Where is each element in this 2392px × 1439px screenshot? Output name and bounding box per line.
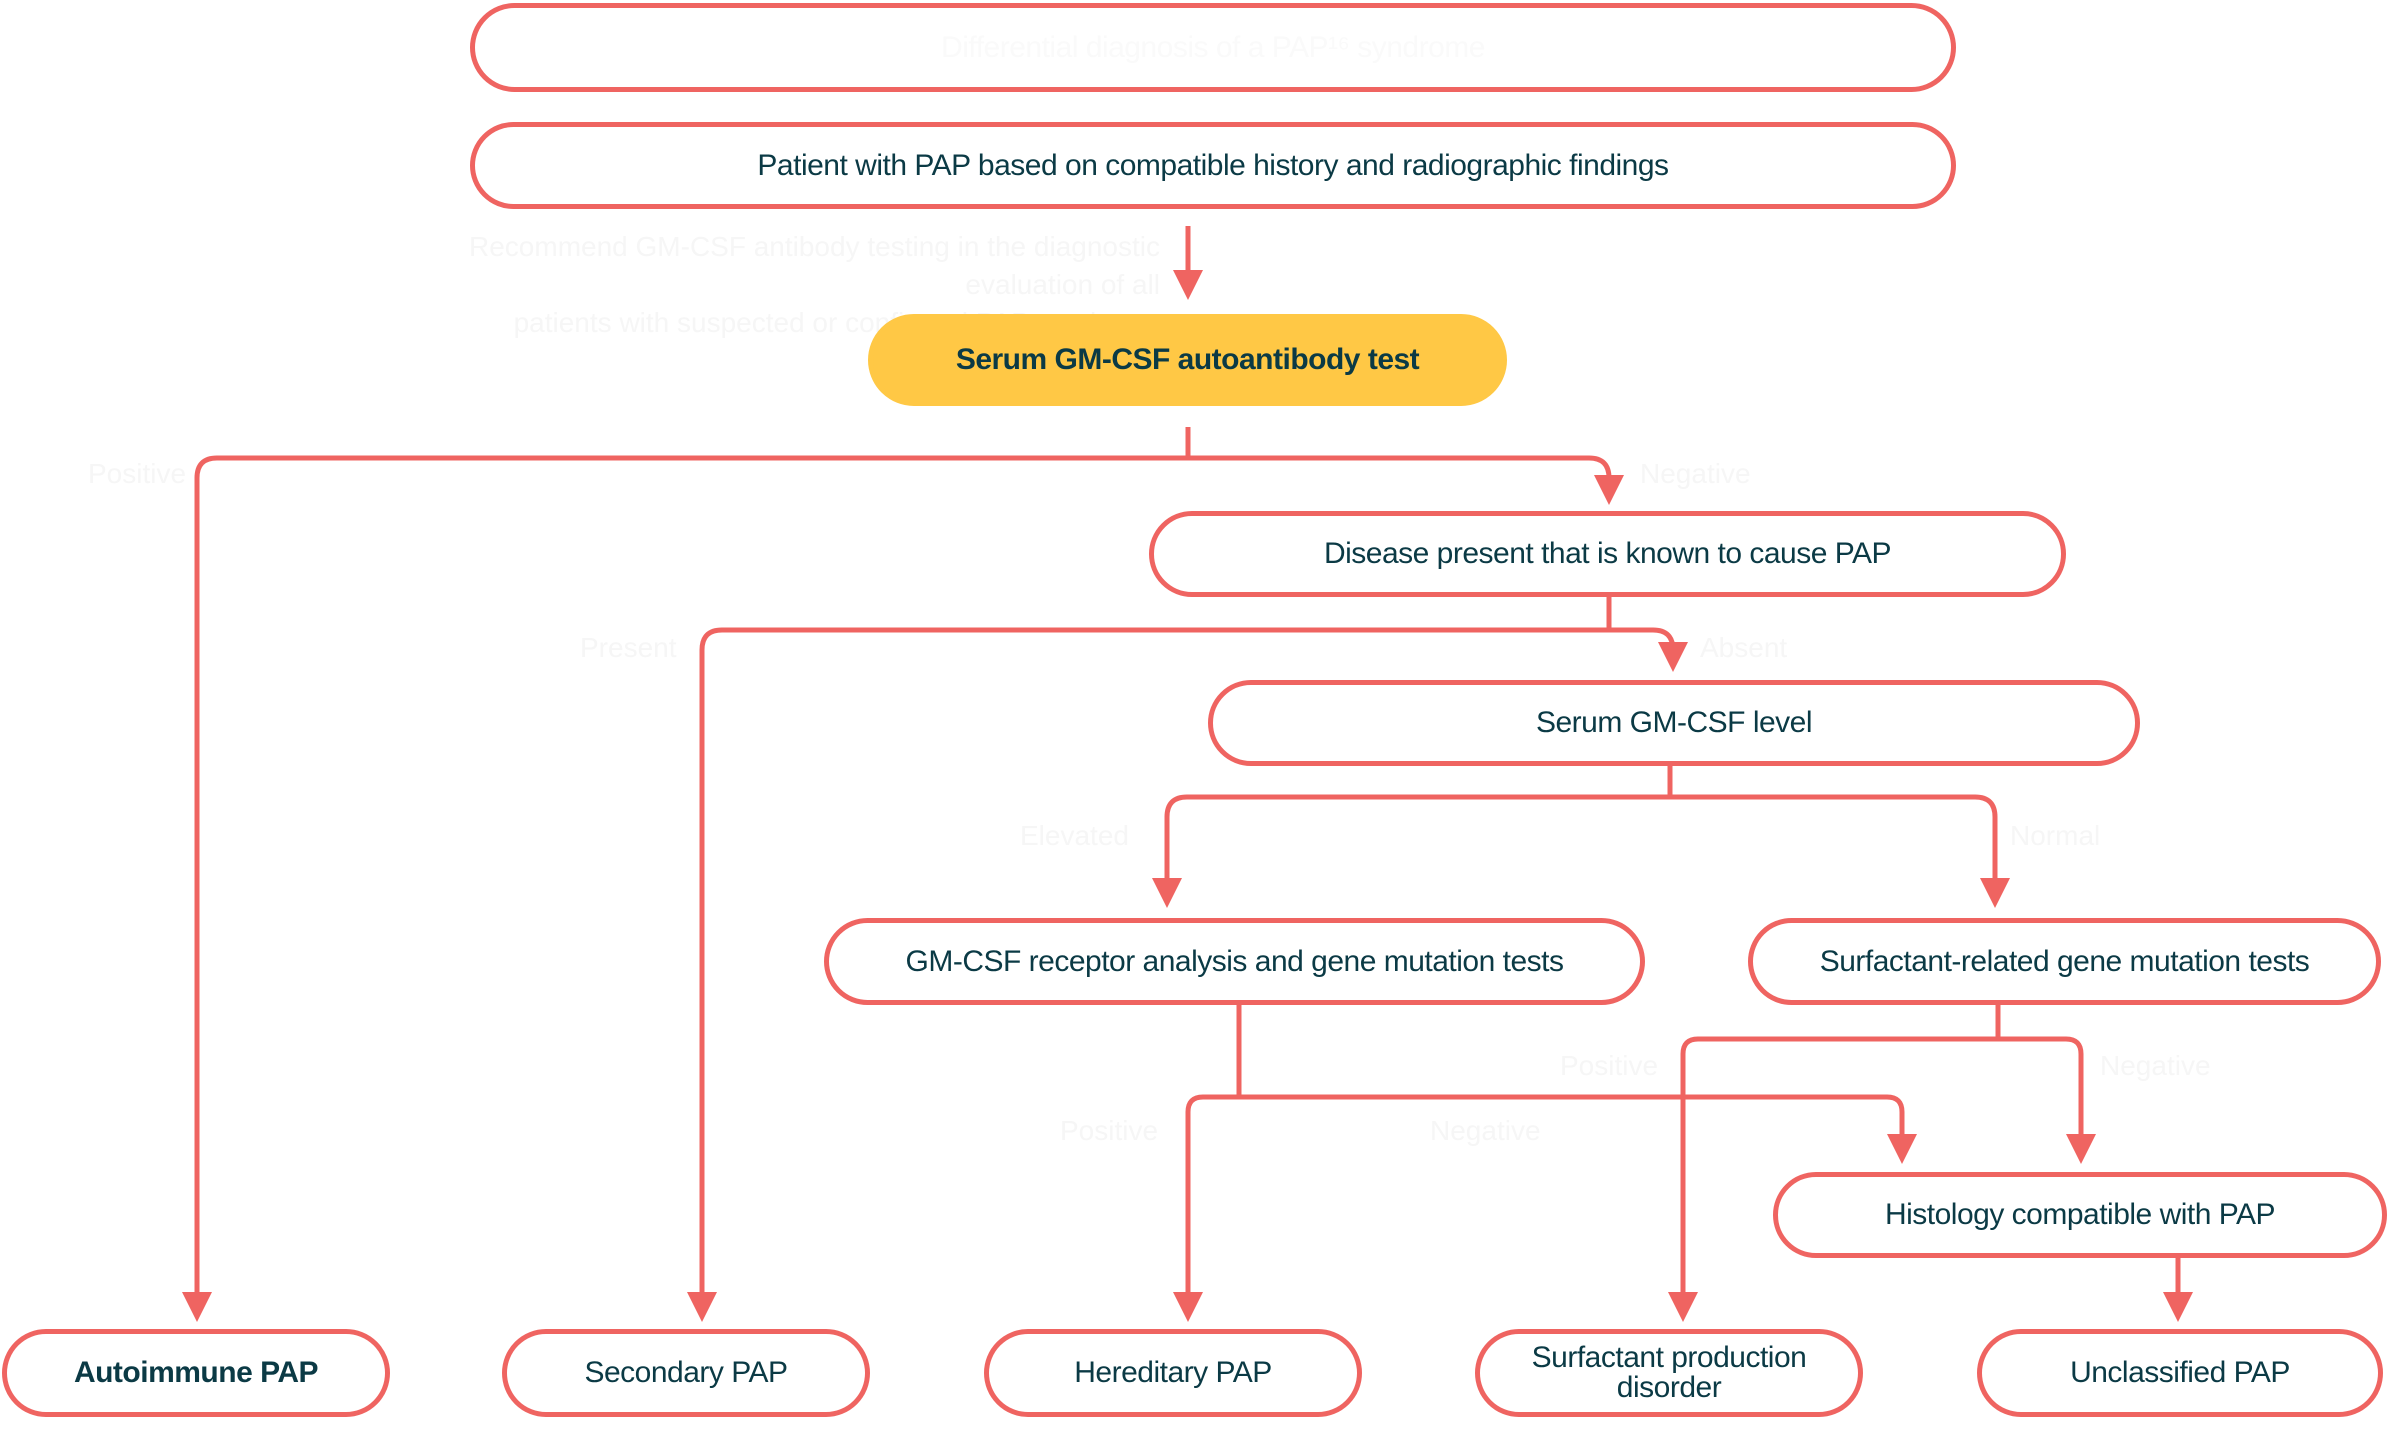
node-secondary-pap: Secondary PAP — [502, 1329, 870, 1417]
title-box: Differential diagnosis of a PAP¹⁶ syndro… — [470, 3, 1956, 92]
edge-label-level-elevated: Elevated — [1020, 820, 1129, 851]
node-surfactant-tests: Surfactant-related gene mutation tests — [1748, 918, 2381, 1005]
node-serum-level-label: Serum GM-CSF level — [1535, 706, 1813, 739]
title-text: Differential diagnosis of a PAP¹⁶ syndro… — [941, 30, 1485, 64]
edge-label-antibody-positive: Positive — [88, 458, 187, 489]
node-secondary-pap-label: Secondary PAP — [584, 1356, 788, 1389]
node-serum-level: Serum GM-CSF level — [1208, 680, 2140, 766]
edge-label-level-normal: Normal — [2010, 820, 2101, 851]
arrow-level-to-surfactant-tests — [1670, 794, 2010, 908]
edge-label-surfactant-negative: Negative — [2100, 1050, 2211, 1081]
node-hereditary-pap-label: Hereditary PAP — [1074, 1356, 1272, 1389]
arrow-test-to-autoimmune — [182, 455, 1188, 1322]
node-start: Patient with PAP based on compatible his… — [470, 122, 1956, 209]
node-antibody-test-label: Serum GM-CSF autoantibody test — [955, 343, 1420, 376]
arrow-disease-to-level — [1609, 627, 1688, 672]
node-surfactant-disorder-line-2: disorder — [1616, 1371, 1722, 1404]
node-autoimmune-pap: Autoimmune PAP — [2, 1329, 390, 1417]
edge-label-antibody-negative: Negative — [1640, 458, 1751, 489]
node-autoimmune-pap-label: Autoimmune PAP — [73, 1356, 319, 1389]
node-surfactant-disorder-line-1: Surfactant production — [1531, 1341, 1807, 1374]
arrow-receptor-to-hereditary — [1173, 1094, 1239, 1322]
node-surfactant-disorder: Surfactant production disorder — [1475, 1329, 1863, 1417]
edge-label-disease-absent: Absent — [1700, 632, 1788, 663]
node-disease-present: Disease present that is known to cause P… — [1149, 511, 2066, 597]
edge-label-receptor-positive: Positive — [1060, 1115, 1159, 1146]
node-unclassified-pap-label: Unclassified PAP — [2070, 1356, 2290, 1389]
node-disease-present-label: Disease present that is known to cause P… — [1323, 537, 1892, 570]
node-unclassified-pap: Unclassified PAP — [1977, 1329, 2383, 1417]
arrow-test-to-disease — [1188, 455, 1624, 505]
arrow-level-to-receptor — [1152, 794, 1670, 908]
node-surfactant-tests-label: Surfactant-related gene mutation tests — [1819, 944, 2310, 978]
node-receptor-analysis: GM-CSF receptor analysis and gene mutati… — [824, 918, 1645, 1005]
recommendation-line-1: Recommend GM-CSF antibody testing in the… — [469, 231, 1160, 300]
node-histology: Histology compatible with PAP — [1773, 1172, 2387, 1258]
edge-label-disease-present: Present — [580, 632, 677, 663]
node-histology-label: Histology compatible with PAP — [1884, 1198, 2276, 1231]
edge-label-surfactant-positive: Positive — [1560, 1050, 1659, 1081]
edge-label-receptor-negative: Negative — [1430, 1115, 1541, 1146]
node-antibody-test: Serum GM-CSF autoantibody test — [868, 314, 1507, 406]
node-start-label: Patient with PAP based on compatible his… — [757, 148, 1669, 182]
node-hereditary-pap: Hereditary PAP — [984, 1329, 1362, 1417]
arrow-surfactant-to-histology — [1998, 1036, 2096, 1164]
node-receptor-analysis-label: GM-CSF receptor analysis and gene mutati… — [905, 944, 1564, 978]
arrow-receptor-to-histology — [1239, 1094, 1917, 1164]
